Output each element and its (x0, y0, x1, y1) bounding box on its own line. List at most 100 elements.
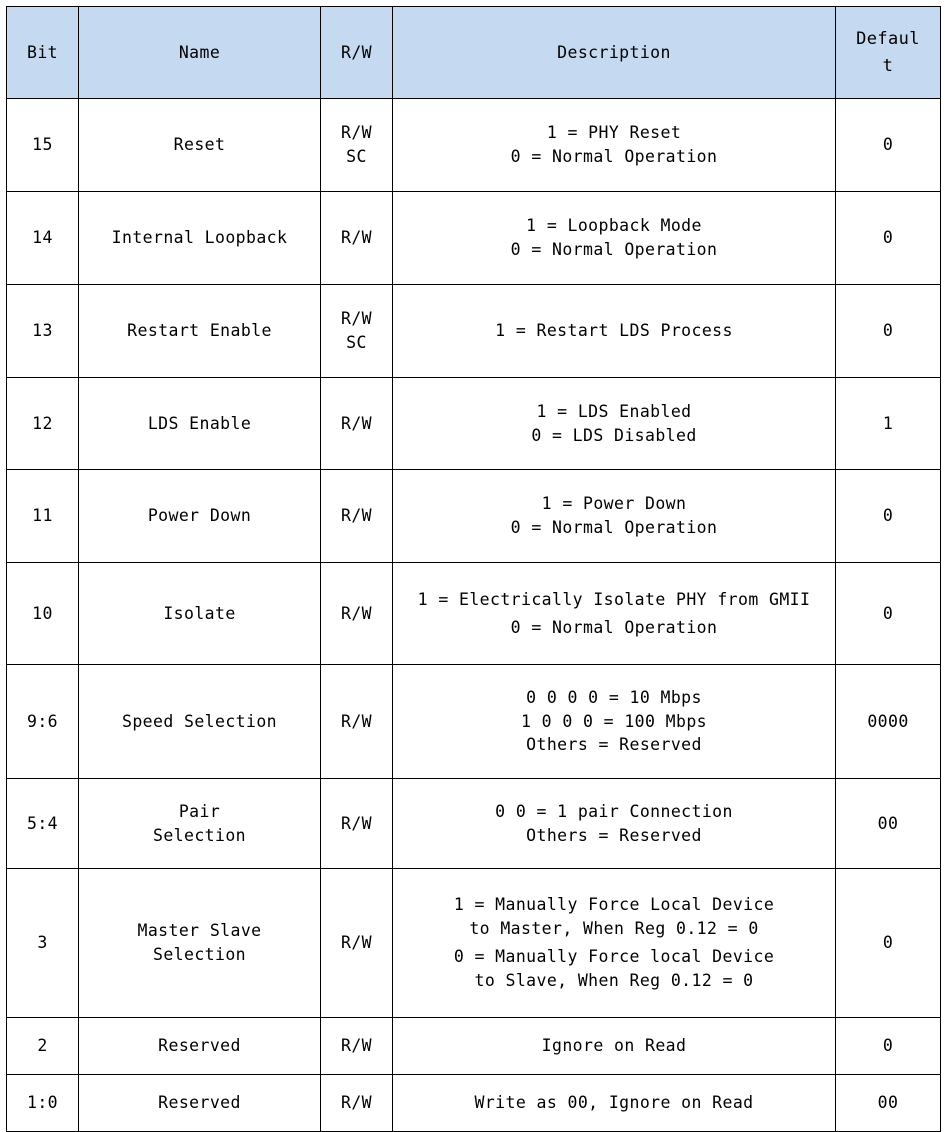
cell-name: Reset (78, 98, 321, 192)
cell-description: Write as 00, Ignore on Read (392, 1074, 836, 1132)
cell-default: 0 (835, 191, 941, 285)
cell-name: LDS Enable (78, 377, 321, 470)
phy-register-bit-table: Bit Name R/W Description Defaul t 15 Res… (6, 6, 941, 1132)
cell-name: Restart Enable (78, 284, 321, 378)
cell-bit: 12 (6, 377, 79, 470)
table-row: 12 LDS Enable R/W 1 = LDS Enabled 0 = LD… (6, 377, 941, 470)
table-row: 2 Reserved R/W Ignore on Read 0 (6, 1017, 941, 1075)
cell-description-line2: 1 0 0 0 = 100 Mbps (520, 711, 707, 731)
cell-default: 0000 (835, 664, 941, 779)
table-row: 11 Power Down R/W 1 = Power Down 0 = Nor… (6, 469, 941, 563)
cell-bit: 3 (6, 868, 79, 1018)
cell-bit: 13 (6, 284, 79, 378)
cell-rw: R/W SC (320, 98, 393, 192)
cell-bit: 1:0 (6, 1074, 79, 1132)
column-header-rw: R/W (320, 6, 393, 99)
table-row: 10 Isolate R/W 1 = Electrically Isolate … (6, 562, 941, 665)
cell-description-line2: 0 = Normal Operation (510, 617, 718, 637)
cell-name: Reserved (78, 1074, 321, 1132)
table-body: 15 Reset R/W SC 1 = PHY Reset 0 = Normal… (6, 98, 941, 1132)
table-header-row: Bit Name R/W Description Defaul t (6, 6, 941, 99)
cell-description-line2: to Master, When Reg 0.12 = 0 (469, 919, 759, 939)
table-row: 1:0 Reserved R/W Write as 00, Ignore on … (6, 1074, 941, 1132)
cell-rw: R/W (320, 1074, 393, 1132)
cell-description: 1 = Restart LDS Process (392, 284, 836, 378)
table-header: Bit Name R/W Description Defaul t (6, 6, 941, 99)
cell-bit: 2 (6, 1017, 79, 1075)
cell-rw-line1: R/W (340, 309, 372, 329)
column-header-default-line1: Defaul (856, 29, 920, 50)
cell-rw: R/W (320, 191, 393, 285)
cell-description-line1: 1 = Loopback Mode (526, 216, 702, 236)
column-header-bit: Bit (6, 6, 79, 99)
cell-default: 0 (835, 562, 941, 665)
cell-name: Pair Selection (78, 778, 321, 869)
cell-name-line1: Pair (178, 801, 221, 821)
cell-rw-line2: SC (346, 333, 367, 352)
cell-description-line2: 0 = Normal Operation (510, 518, 718, 537)
cell-name: Reserved (78, 1017, 321, 1075)
cell-rw: R/W (320, 664, 393, 779)
cell-rw-line2: SC (346, 147, 367, 166)
cell-bit: 10 (6, 562, 79, 665)
cell-default: 0 (835, 98, 941, 192)
cell-description-line3: Others = Reserved (526, 735, 702, 755)
cell-name-line2: Selection (152, 825, 246, 845)
cell-default: 0 (835, 284, 941, 378)
cell-description: Ignore on Read (392, 1017, 836, 1075)
cell-name: Isolate (78, 562, 321, 665)
cell-description: 0 0 = 1 pair Connection Others = Reserve… (392, 778, 836, 869)
cell-description-line1: 1 = Manually Force Local Device (453, 895, 775, 915)
cell-default: 00 (835, 1074, 941, 1132)
cell-default: 0 (835, 868, 941, 1018)
cell-rw: R/W (320, 469, 393, 563)
cell-description-line2: 0 = Normal Operation (510, 147, 718, 166)
cell-description-line1: 1 = PHY Reset (546, 123, 682, 143)
column-header-default-line2: t (882, 55, 894, 76)
cell-bit: 14 (6, 191, 79, 285)
table-row: 9:6 Speed Selection R/W 0 0 0 0 = 10 Mbp… (6, 664, 941, 779)
cell-description-line1: 0 0 = 1 pair Connection (495, 801, 733, 821)
cell-description: 0 0 0 0 = 10 Mbps 1 0 0 0 = 100 Mbps Oth… (392, 664, 836, 779)
cell-description-line1: 0 0 0 0 = 10 Mbps (526, 687, 702, 707)
column-header-default: Defaul t (835, 6, 941, 99)
cell-bit: 11 (6, 469, 79, 563)
cell-rw: R/W (320, 868, 393, 1018)
cell-name: Power Down (78, 469, 321, 563)
cell-rw: R/W (320, 377, 393, 470)
cell-description-line1: 1 = Electrically Isolate PHY from GMII (417, 589, 811, 609)
column-header-description: Description (392, 6, 836, 99)
table-row: 5:4 Pair Selection R/W 0 0 = 1 pair Conn… (6, 778, 941, 869)
table-row: 3 Master Slave Selection R/W 1 = Manuall… (6, 868, 941, 1018)
cell-name-line2: Selection (152, 945, 246, 964)
cell-rw-line1: R/W (340, 123, 372, 143)
cell-rw: R/W SC (320, 284, 393, 378)
column-header-name: Name (78, 6, 321, 99)
table-row: 14 Internal Loopback R/W 1 = Loopback Mo… (6, 191, 941, 285)
cell-bit: 5:4 (6, 778, 79, 869)
cell-description-line2: 0 = LDS Disabled (531, 425, 697, 445)
cell-description-line3: 0 = Manually Force local Device (453, 947, 775, 966)
cell-bit: 15 (6, 98, 79, 192)
cell-name: Speed Selection (78, 664, 321, 779)
cell-name: Master Slave Selection (78, 868, 321, 1018)
cell-description: 1 = Electrically Isolate PHY from GMII 0… (392, 562, 836, 665)
cell-rw: R/W (320, 562, 393, 665)
cell-description: 1 = Manually Force Local Device to Maste… (392, 868, 836, 1018)
cell-description: 1 = PHY Reset 0 = Normal Operation (392, 98, 836, 192)
table-row: 15 Reset R/W SC 1 = PHY Reset 0 = Normal… (6, 98, 941, 192)
cell-default: 0 (835, 469, 941, 563)
register-table-container: Bit Name R/W Description Defaul t 15 Res… (0, 0, 945, 1132)
cell-description: 1 = Loopback Mode 0 = Normal Operation (392, 191, 836, 285)
cell-description-line2: 0 = Normal Operation (510, 240, 718, 259)
cell-description-line1: 1 = Power Down (541, 494, 687, 514)
cell-description-line1: 1 = LDS Enabled (536, 401, 692, 421)
cell-description-line2: Others = Reserved (526, 825, 702, 845)
cell-bit: 9:6 (6, 664, 79, 779)
cell-description-line4: to Slave, When Reg 0.12 = 0 (474, 970, 754, 990)
cell-rw: R/W (320, 1017, 393, 1075)
cell-description: 1 = LDS Enabled 0 = LDS Disabled (392, 377, 836, 470)
table-row: 13 Restart Enable R/W SC 1 = Restart LDS… (6, 284, 941, 378)
cell-name-line1: Master Slave (137, 921, 262, 941)
cell-default: 1 (835, 377, 941, 470)
